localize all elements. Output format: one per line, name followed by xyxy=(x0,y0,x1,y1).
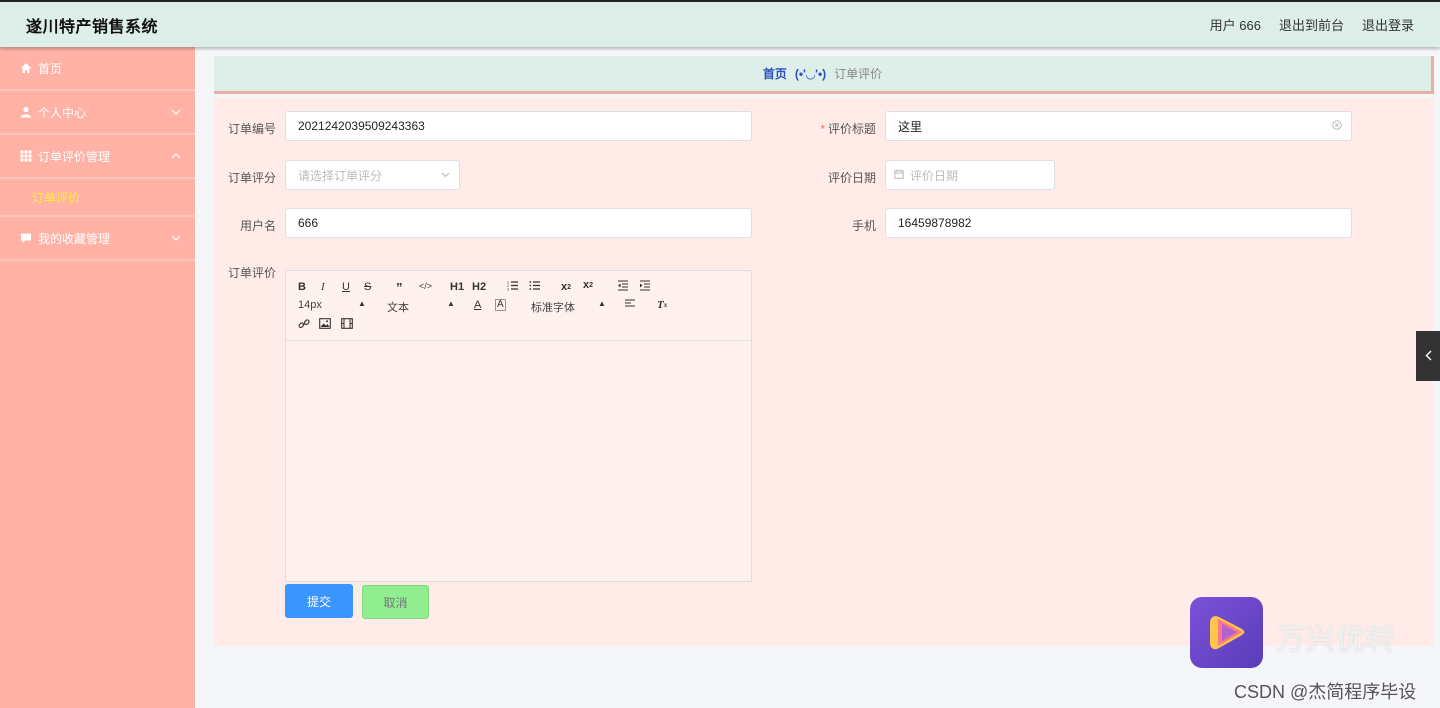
sidebar-item-order-review-mgmt[interactable]: 订单评价管理 xyxy=(0,135,195,179)
code-icon[interactable]: </> xyxy=(419,281,432,291)
home-icon xyxy=(20,62,32,74)
ordered-list-icon[interactable]: 123 xyxy=(507,280,519,291)
clear-icon[interactable] xyxy=(1332,119,1342,133)
submit-button[interactable]: 提交 xyxy=(285,584,353,618)
cancel-button[interactable]: 取消 xyxy=(362,585,429,619)
top-actions: 用户 666 退出到前台 退出登录 xyxy=(1210,15,1414,34)
updown-icon: ▲ xyxy=(358,299,366,308)
link-icon[interactable] xyxy=(298,318,310,330)
rating-placeholder: 请选择订单评分 xyxy=(298,168,383,183)
font-size-select[interactable]: 14px xyxy=(298,299,322,311)
video-icon[interactable] xyxy=(341,318,353,329)
h2-icon[interactable]: H2 xyxy=(472,281,486,293)
grid-icon xyxy=(20,150,32,162)
rating-select[interactable]: 请选择订单评分 xyxy=(285,160,460,190)
user-icon xyxy=(20,106,32,118)
drawer-toggle-button[interactable] xyxy=(1416,331,1440,381)
underline-icon[interactable]: U xyxy=(342,281,350,293)
required-mark: * xyxy=(820,122,825,136)
image-icon[interactable] xyxy=(319,318,331,329)
rating-label: 订单评分 xyxy=(227,171,276,185)
italic-icon[interactable]: I xyxy=(321,281,325,293)
clear-format-icon[interactable]: Tx xyxy=(657,299,667,311)
sidebar-item-favorites-mgmt[interactable]: 我的收藏管理 xyxy=(0,217,195,261)
title-label-text: 评价标题 xyxy=(827,122,876,136)
superscript-icon[interactable]: x2 xyxy=(583,279,593,291)
updown-icon: ▲ xyxy=(447,299,455,308)
rich-text-editor: B I U S ” </> H1 H2 123 x2 x2 14px ▲ 文本 … xyxy=(285,270,752,582)
bold-icon[interactable]: B xyxy=(298,281,306,293)
align-icon[interactable] xyxy=(624,299,636,309)
phone-value: 16459878982 xyxy=(898,216,972,230)
updown-icon: ▲ xyxy=(598,299,606,308)
sidebar-item-home[interactable]: 首页 xyxy=(0,47,195,91)
date-placeholder: 评价日期 xyxy=(910,168,959,183)
chevron-down-icon xyxy=(171,106,181,118)
back-to-front-link[interactable]: 退出到前台 xyxy=(1279,15,1344,34)
breadcrumb: 首页 (•'◡'•) 订单评价 xyxy=(214,56,1434,94)
chevron-down-icon xyxy=(441,169,450,181)
sidebar-item-label: 个人中心 xyxy=(38,105,87,120)
chevron-left-icon xyxy=(1425,348,1432,364)
heading-value: 文本 xyxy=(387,302,409,314)
sidebar-item-label: 订单评价管理 xyxy=(38,149,111,164)
font-family-value: 标准字体 xyxy=(531,302,575,314)
sidebar-item-profile[interactable]: 个人中心 xyxy=(0,91,195,135)
editor-content-area[interactable] xyxy=(286,341,751,581)
outdent-icon[interactable] xyxy=(617,280,629,291)
heading-select[interactable]: 文本 xyxy=(387,299,409,315)
date-picker[interactable]: 评价日期 xyxy=(885,160,1055,190)
phone-label: 手机 xyxy=(851,219,876,233)
strike-icon[interactable]: S xyxy=(364,281,371,293)
order-no-label: 订单编号 xyxy=(227,122,276,136)
h1-icon[interactable]: H1 xyxy=(450,281,464,293)
app-title: 遂川特产销售系统 xyxy=(26,18,159,36)
chevron-up-icon xyxy=(171,150,181,162)
bullet-list-icon[interactable] xyxy=(529,280,541,291)
sidebar: 首页 个人中心 订单评价管理 订单评价 我的收藏管理 xyxy=(0,47,195,708)
review-label: 订单评价 xyxy=(227,266,276,280)
title-input[interactable]: 这里 xyxy=(885,111,1352,141)
indent-icon[interactable] xyxy=(639,280,651,291)
order-no-input[interactable]: 2021242039509243363 xyxy=(285,111,752,141)
calendar-icon xyxy=(894,169,904,182)
title-label: * 评价标题 xyxy=(806,120,876,137)
top-bar: 遂川特产销售系统 用户 666 退出到前台 退出登录 xyxy=(0,0,1440,47)
title-value: 这里 xyxy=(898,119,923,134)
chat-icon xyxy=(20,232,32,244)
play-icon xyxy=(1209,615,1244,649)
sidebar-subitem-order-review[interactable]: 订单评价 xyxy=(0,179,195,217)
username-label: 用户名 xyxy=(239,219,276,233)
phone-input[interactable]: 16459878982 xyxy=(885,208,1352,238)
watermark-logo xyxy=(1190,597,1263,668)
username-input[interactable]: 666 xyxy=(285,208,752,238)
watermark-brand: 万兴优转 xyxy=(1276,624,1397,656)
user-label: 用户 666 xyxy=(1209,18,1261,33)
logout-link[interactable]: 退出登录 xyxy=(1362,15,1414,34)
font-color-icon[interactable]: A xyxy=(474,299,481,311)
username-value: 666 xyxy=(298,216,319,230)
breadcrumb-separator: (•'◡'•) xyxy=(794,66,827,81)
blockquote-icon[interactable]: ” xyxy=(396,280,403,295)
subscript-icon[interactable]: x2 xyxy=(561,281,571,293)
background-color-icon[interactable]: A xyxy=(495,299,506,311)
font-family-select[interactable]: 标准字体 xyxy=(531,299,575,315)
sidebar-item-label: 我的收藏管理 xyxy=(38,231,111,246)
watermark-credit: CSDN @杰简程序毕设 xyxy=(1234,682,1417,702)
chevron-down-icon xyxy=(171,232,181,244)
sidebar-item-label: 首页 xyxy=(38,61,63,76)
editor-toolbar: B I U S ” </> H1 H2 123 x2 x2 14px ▲ 文本 … xyxy=(286,271,751,341)
breadcrumb-home[interactable]: 首页 xyxy=(763,65,787,82)
date-label: 评价日期 xyxy=(827,171,876,185)
breadcrumb-current: 订单评价 xyxy=(834,67,883,81)
font-size-value: 14px xyxy=(298,299,322,311)
svg-text:3: 3 xyxy=(507,288,509,292)
order-no-value: 2021242039509243363 xyxy=(298,119,425,133)
